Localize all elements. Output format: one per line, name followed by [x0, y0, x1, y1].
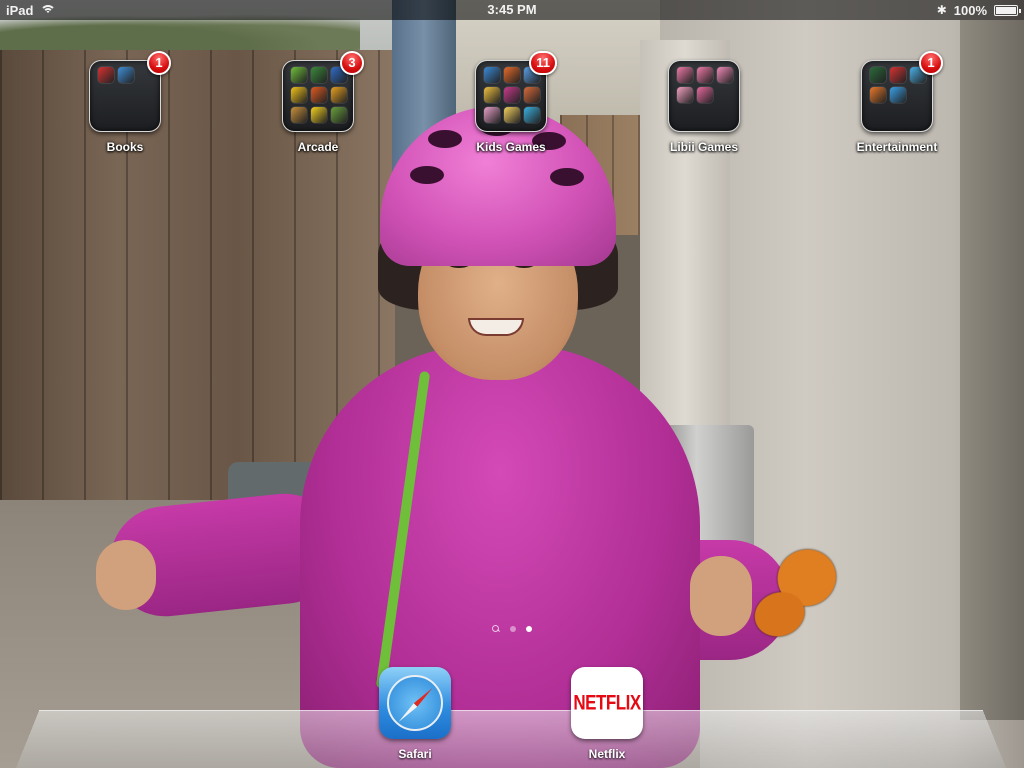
folder-icon[interactable]: 1: [861, 51, 943, 132]
mini-app-icon: [504, 87, 520, 103]
wallpaper-door: [960, 20, 1024, 720]
mini-app-icon: [291, 67, 307, 83]
folder-libii-games[interactable]: Libii Games: [654, 60, 754, 154]
battery-fill: [996, 6, 1016, 14]
mini-app-icon: [697, 67, 713, 83]
folder-arcade[interactable]: 3 Arcade: [268, 51, 368, 154]
battery-icon: [994, 4, 1021, 16]
mini-app-icon: [870, 87, 886, 103]
mini-app-icon: [331, 107, 347, 123]
mini-app-icon: [524, 107, 540, 123]
notification-badge: 11: [529, 51, 557, 75]
wifi-icon: [41, 4, 56, 16]
status-right: ✱ 100%: [936, 2, 1021, 18]
mini-app-icon: [890, 67, 906, 83]
mini-app-icon: [118, 67, 134, 83]
dock-app-safari[interactable]: Safari: [370, 667, 460, 761]
mini-app-icon: [504, 67, 520, 83]
mini-app-icon: [484, 107, 500, 123]
mini-app-icon: [677, 87, 693, 103]
battery-percent: 100%: [953, 2, 987, 18]
folder-label: Libii Games: [669, 140, 739, 154]
folder-entertainment[interactable]: 1 Entertainment: [847, 51, 947, 154]
folder-icon[interactable]: 1: [89, 51, 171, 132]
mini-app-icon: [524, 87, 540, 103]
notification-badge: 3: [340, 51, 364, 75]
mini-app-icon: [717, 67, 733, 83]
mini-app-icon: [311, 87, 327, 103]
mini-app-icon: [484, 87, 500, 103]
dock: [16, 710, 1006, 768]
spotlight-search-icon[interactable]: [492, 625, 500, 633]
bluetooth-icon: ✱: [936, 3, 947, 17]
mini-app-icon: [870, 67, 886, 83]
dock-app-netflix[interactable]: NETFLIX Netflix: [562, 667, 652, 761]
netflix-logo-text: NETFLIX: [573, 690, 641, 715]
dock-app-label: Netflix: [588, 747, 626, 761]
folder-icon[interactable]: [668, 60, 740, 132]
folder-icon[interactable]: 11: [475, 51, 557, 132]
safari-compass-icon[interactable]: [379, 667, 451, 739]
status-left: iPad: [6, 2, 56, 18]
mini-app-icon: [677, 67, 693, 83]
folder-kids-games[interactable]: 11 Kids Games: [461, 51, 561, 154]
status-bar: iPad 3:45 PM ✱ 100%: [0, 0, 1024, 20]
helmet-vent: [428, 130, 462, 148]
mini-app-icon: [291, 87, 307, 103]
wallpaper-left-hand: [96, 540, 156, 610]
dock-app-label: Safari: [398, 747, 432, 761]
device-name: iPad: [6, 2, 34, 18]
netflix-logo-icon[interactable]: NETFLIX: [571, 667, 643, 739]
mini-app-icon: [890, 87, 906, 103]
mini-app-icon: [98, 67, 114, 83]
mini-app-icon: [311, 67, 327, 83]
mini-app-icon: [484, 67, 500, 83]
folder-icon[interactable]: 3: [282, 51, 364, 132]
helmet-vent: [550, 168, 584, 186]
folder-label: Entertainment: [856, 140, 938, 154]
notification-badge: 1: [147, 51, 171, 75]
page-indicator[interactable]: [0, 625, 1024, 633]
mini-app-icon: [504, 107, 520, 123]
mini-app-icon: [697, 87, 713, 103]
helmet-vent: [410, 166, 444, 184]
status-time: 3:45 PM: [487, 2, 537, 17]
folder-label: Kids Games: [476, 140, 546, 154]
page-dot[interactable]: [510, 626, 516, 632]
mini-app-icon: [331, 87, 347, 103]
mini-app-icon: [311, 107, 327, 123]
folder-label: Arcade: [297, 140, 339, 154]
mini-app-icon: [291, 107, 307, 123]
page-dot-active[interactable]: [526, 626, 532, 632]
folder-label: Books: [106, 140, 144, 154]
notification-badge: 1: [919, 51, 943, 75]
folder-books[interactable]: 1 Books: [75, 51, 175, 154]
